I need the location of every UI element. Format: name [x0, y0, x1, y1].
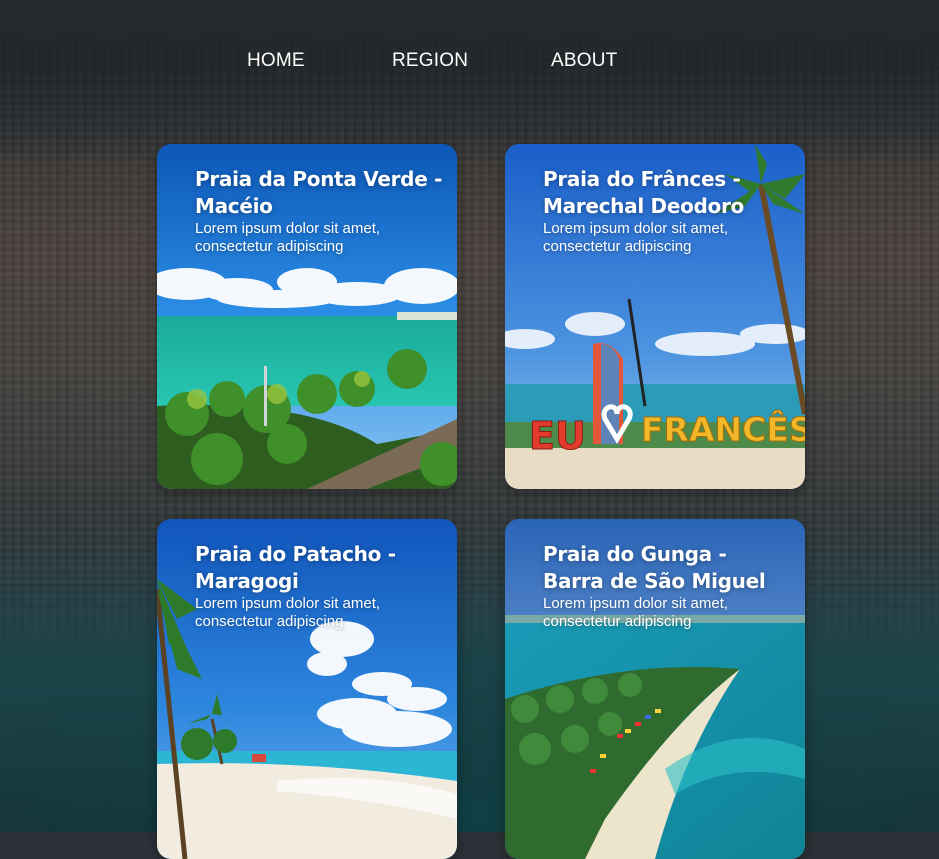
- nav-about-link[interactable]: ABOUT: [551, 48, 617, 74]
- card-title: Praia do Gunga - Barra de São Miguel: [543, 542, 766, 593]
- svg-text:EU: EU: [529, 414, 586, 458]
- beach-card-ponta-verde[interactable]: Praia da Ponta Verde - Macéio Lorem ipsu…: [157, 144, 457, 489]
- beach-card-patacho[interactable]: Praia do Patacho - Maragogi Lorem ipsum …: [157, 519, 457, 859]
- card-title: Praia da Ponta Verde - Macéio: [195, 167, 443, 218]
- beach-card-frances[interactable]: EU FRANCÊS Praia do Frânces - Marechal D…: [505, 144, 805, 489]
- card-description: Lorem ipsum dolor sit amet, consectetur …: [543, 595, 729, 630]
- svg-text:FRANCÊS: FRANCÊS: [641, 409, 805, 449]
- card-title: Praia do Patacho - Maragogi: [195, 542, 396, 593]
- card-description: Lorem ipsum dolor sit amet, consectetur …: [195, 595, 381, 630]
- main-nav: HOME REGION ABOUT: [0, 48, 939, 74]
- card-description: Lorem ipsum dolor sit amet, consectetur …: [195, 220, 381, 255]
- beach-card-gunga[interactable]: Praia do Gunga - Barra de São Miguel Lor…: [505, 519, 805, 859]
- nav-home-link[interactable]: HOME: [247, 48, 305, 74]
- card-title: Praia do Frânces - Marechal Deodoro: [543, 167, 745, 218]
- nav-region-link[interactable]: REGION: [392, 48, 468, 74]
- card-description: Lorem ipsum dolor sit amet, consectetur …: [543, 220, 729, 255]
